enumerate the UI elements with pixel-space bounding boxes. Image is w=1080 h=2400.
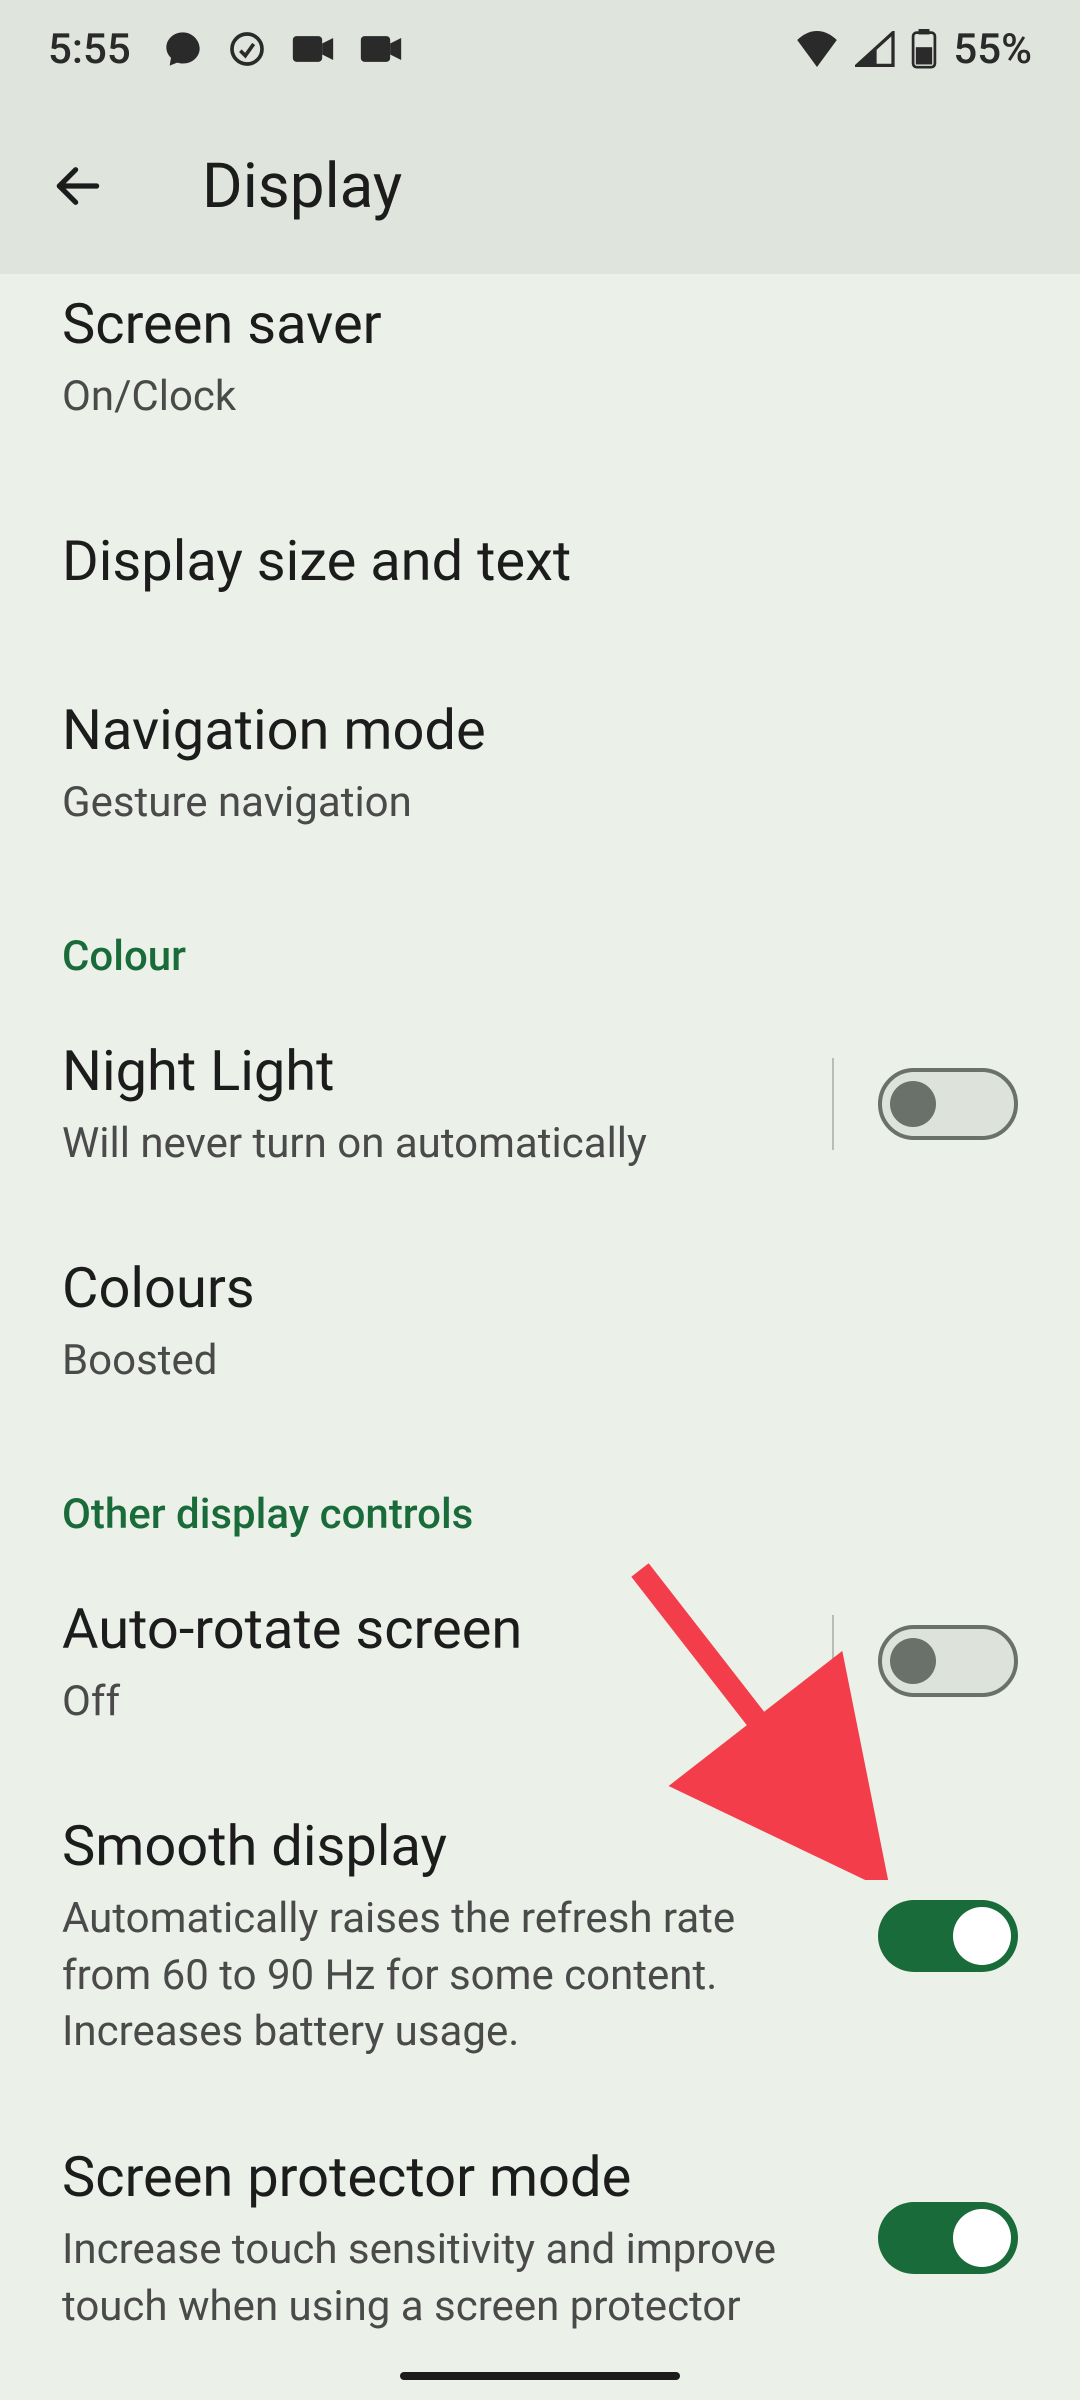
setting-title: Night Light [62, 1035, 832, 1108]
cell-signal-icon [855, 31, 895, 67]
auto-rotate-toggle[interactable] [878, 1625, 1018, 1697]
setting-title: Auto-rotate screen [62, 1593, 832, 1666]
status-time: 5:55 [48, 25, 131, 74]
wifi-icon [795, 31, 839, 67]
setting-smooth-display[interactable]: Smooth display Automatically raises the … [0, 1770, 1080, 2101]
setting-title: Navigation mode [62, 694, 1018, 767]
toggle-thumb [890, 1638, 936, 1684]
toggle-wrap [832, 1058, 1018, 1150]
toggle-wrap [878, 1900, 1018, 1972]
divider [832, 1058, 834, 1150]
setting-night-light[interactable]: Night Light Will never turn on automatic… [0, 1001, 1080, 1212]
toggle-thumb [890, 1081, 936, 1127]
setting-description: Increase touch sensitivity and improve t… [62, 2222, 822, 2335]
setting-auto-rotate[interactable]: Auto-rotate screen Off [0, 1559, 1080, 1770]
arrow-left-icon [50, 158, 106, 214]
status-left: 5:55 [48, 25, 403, 74]
setting-display-size-text[interactable]: Display size and text [0, 465, 1080, 658]
toggle-wrap [878, 2202, 1018, 2274]
page-title: Display [202, 150, 402, 223]
setting-colours[interactable]: Colours Boosted [0, 1212, 1080, 1429]
setting-title: Display size and text [62, 525, 1018, 598]
setting-subtitle: Off [62, 1674, 832, 1731]
divider [832, 1615, 834, 1707]
setting-subtitle: On/Clock [62, 369, 1018, 426]
camera-icon [291, 31, 335, 67]
toggle-thumb [953, 1907, 1011, 1965]
setting-subtitle: Will never turn on automatically [62, 1116, 832, 1173]
toggle-wrap [832, 1615, 1018, 1707]
setting-subtitle: Gesture navigation [62, 775, 1018, 832]
setting-navigation-mode[interactable]: Navigation mode Gesture navigation [0, 658, 1080, 871]
section-header-other: Other display controls [0, 1430, 1080, 1559]
setting-subtitle: Boosted [62, 1333, 1018, 1390]
section-header-colour: Colour [0, 872, 1080, 1001]
header: Display [0, 98, 1080, 274]
setting-screen-saver[interactable]: Screen saver On/Clock [0, 274, 1080, 465]
battery-icon [911, 29, 937, 69]
camera-icon-alt [359, 31, 403, 67]
setting-title: Screen saver [62, 288, 1018, 361]
back-button[interactable] [50, 158, 106, 214]
status-bar: 5:55 55% [0, 0, 1080, 98]
setting-title: Colours [62, 1252, 1018, 1325]
status-right: 55% [795, 25, 1032, 74]
battery-percent: 55% [953, 25, 1032, 74]
toggle-thumb [953, 2209, 1011, 2267]
setting-title: Smooth display [62, 1810, 878, 1883]
screen-protector-toggle[interactable] [878, 2202, 1018, 2274]
gesture-nav-handle[interactable] [400, 2372, 680, 2380]
status-notif-icons [163, 29, 403, 69]
night-light-toggle[interactable] [878, 1068, 1018, 1140]
smooth-display-toggle[interactable] [878, 1900, 1018, 1972]
sync-icon [227, 29, 267, 69]
setting-title: Screen protector mode [62, 2141, 878, 2214]
chat-icon [163, 29, 203, 69]
setting-screen-protector-mode[interactable]: Screen protector mode Increase touch sen… [0, 2101, 1080, 2375]
settings-list: Screen saver On/Clock Display size and t… [0, 274, 1080, 2375]
setting-description: Automatically raises the refresh rate fr… [62, 1891, 822, 2061]
